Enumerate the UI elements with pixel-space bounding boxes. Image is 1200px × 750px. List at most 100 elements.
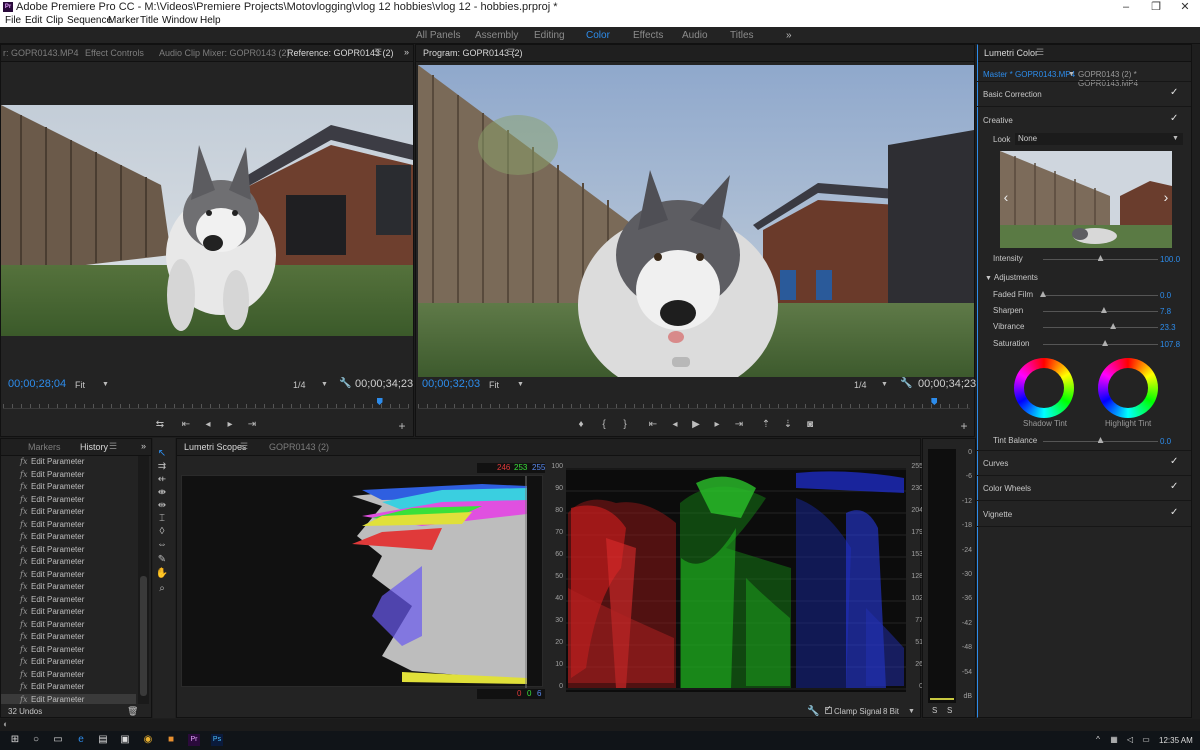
rate-stretch-tool-icon[interactable]: ⇹: [155, 500, 169, 511]
history-item[interactable]: fx Edit Parameter: [1, 644, 136, 657]
program-fit-dropdown[interactable]: Fit: [489, 380, 499, 390]
history-item[interactable]: fx Edit Parameter: [1, 494, 136, 507]
panel-overflow-icon[interactable]: »: [404, 47, 409, 57]
history-item[interactable]: fx Edit Parameter: [1, 594, 136, 607]
step-forward-icon[interactable]: ▸: [223, 419, 237, 430]
history-overflow-icon[interactable]: »: [141, 441, 146, 451]
history-item[interactable]: fx Edit Parameter: [1, 631, 136, 644]
program-playhead-timecode[interactable]: 00;00;32;03: [422, 378, 480, 390]
scopes-panel-menu-icon[interactable]: ☰: [240, 441, 248, 452]
lumetri-master-clip[interactable]: Master * GOPR0143.MP4: [983, 70, 1075, 79]
play-icon[interactable]: ▶: [689, 419, 703, 430]
tab-markers[interactable]: Markers: [28, 442, 61, 452]
reference-resolution-chevron-icon[interactable]: ▼: [321, 381, 328, 388]
tray-chevron-icon[interactable]: ^: [1092, 734, 1104, 746]
saturation-slider[interactable]: [1043, 344, 1158, 345]
cortana-icon[interactable]: ○: [30, 734, 42, 746]
task-view-icon[interactable]: ▭: [52, 734, 64, 746]
sharpen-value[interactable]: 7.8: [1160, 307, 1171, 316]
history-item[interactable]: fx Edit Parameter: [1, 506, 136, 519]
menu-help[interactable]: Help: [200, 15, 221, 26]
history-item[interactable]: fx Edit Parameter: [1, 456, 136, 469]
tab-sequence[interactable]: GOPR0143 (2): [269, 442, 329, 452]
tray-keyboard-icon[interactable]: ▭: [1140, 734, 1152, 746]
reference-timeline-ruler[interactable]: [3, 397, 409, 409]
export-frame-icon[interactable]: ◙: [803, 419, 817, 430]
workspace-audio[interactable]: Audio: [682, 30, 708, 41]
history-item[interactable]: fx Edit Parameter: [1, 681, 136, 694]
program-wrench-icon[interactable]: 🔧: [900, 378, 912, 389]
chrome-icon[interactable]: ◉: [142, 734, 154, 746]
menu-marker[interactable]: Marker: [108, 15, 139, 26]
faded-film-slider[interactable]: [1043, 295, 1158, 296]
workspace-assembly[interactable]: Assembly: [475, 30, 518, 41]
history-item[interactable]: fx Edit Parameter: [1, 581, 136, 594]
highlight-tint-wheel[interactable]: [1098, 358, 1158, 418]
basic-correction-header[interactable]: Basic Correction: [983, 90, 1042, 99]
color-wheels-header[interactable]: Color Wheels: [983, 484, 1031, 493]
step-back-icon[interactable]: ◂: [201, 419, 215, 430]
menu-edit[interactable]: Edit: [25, 15, 42, 26]
color-wheels-checkbox[interactable]: ✓: [1170, 481, 1178, 492]
add-marker-icon[interactable]: ♦: [574, 419, 588, 430]
file-explorer-icon[interactable]: ▤: [97, 734, 109, 746]
workspace-color[interactable]: Color: [586, 30, 610, 41]
tray-volume-icon[interactable]: ◁: [1124, 734, 1136, 746]
history-item[interactable]: fx Edit Parameter: [1, 669, 136, 682]
close-icon[interactable]: ✕: [1170, 0, 1200, 14]
tab-effect-controls[interactable]: Effect Controls: [85, 48, 144, 58]
history-item[interactable]: fx Edit Parameter: [1, 606, 136, 619]
panel-menu-icon[interactable]: ☰: [374, 47, 382, 58]
lumetri-sequence-clip[interactable]: GOPR0143 (2) * GOPR0143.MP4: [1078, 70, 1191, 88]
trash-icon[interactable]: 🗑: [127, 706, 138, 717]
taskbar-clock[interactable]: 12:35 AM: [1159, 736, 1193, 745]
curves-header[interactable]: Curves: [983, 459, 1008, 468]
tint-balance-value[interactable]: 0.0: [1160, 437, 1171, 446]
workspace-effects[interactable]: Effects: [633, 30, 663, 41]
mark-out-icon[interactable]: }: [618, 419, 632, 430]
store-icon[interactable]: ▣: [119, 734, 131, 746]
history-scrollbar[interactable]: [138, 456, 149, 704]
program-fit-chevron-icon[interactable]: ▼: [517, 381, 524, 388]
solo-left-button[interactable]: S: [932, 706, 937, 715]
sharpen-slider[interactable]: [1043, 311, 1158, 312]
workspace-titles[interactable]: Titles: [730, 30, 754, 41]
history-item[interactable]: fx Edit Parameter: [1, 481, 136, 494]
program-resolution-dropdown[interactable]: 1/4: [854, 380, 867, 390]
history-item[interactable]: fx Edit Parameter: [1, 531, 136, 544]
history-item[interactable]: fx Edit Parameter: [1, 619, 136, 632]
basic-correction-checkbox[interactable]: ✓: [1170, 87, 1178, 98]
slide-tool-icon[interactable]: ⇔: [155, 539, 169, 550]
tab-source[interactable]: r: GOPR0143.MP4: [3, 48, 79, 58]
mark-in-icon[interactable]: {: [597, 419, 611, 430]
ripple-edit-tool-icon[interactable]: ⇷: [155, 474, 169, 485]
slip-tool-icon[interactable]: ◊: [155, 526, 169, 537]
premiere-taskbar-icon[interactable]: Pr: [188, 734, 200, 746]
tab-history[interactable]: History: [80, 442, 108, 452]
go-to-in-icon[interactable]: ⇤: [179, 419, 193, 430]
shadow-tint-wheel[interactable]: [1014, 358, 1074, 418]
program-go-to-out-icon[interactable]: ⇥: [732, 419, 746, 430]
reference-add-button-icon[interactable]: +: [395, 419, 409, 433]
history-panel-menu-icon[interactable]: ☰: [109, 441, 117, 452]
program-panel-menu-icon[interactable]: ☰: [507, 47, 515, 58]
windows-start-icon[interactable]: ⊞: [9, 734, 21, 746]
photoshop-taskbar-icon[interactable]: Ps: [211, 734, 223, 746]
tray-network-icon[interactable]: ▦: [1108, 734, 1120, 746]
app-icon[interactable]: ■: [165, 734, 177, 746]
program-timeline-ruler[interactable]: [418, 397, 970, 409]
vibrance-slider[interactable]: [1043, 327, 1158, 328]
lumetri-panel-menu-icon[interactable]: ☰: [1036, 47, 1044, 58]
history-item[interactable]: fx Edit Parameter: [1, 693, 136, 704]
lift-icon[interactable]: ⇡: [759, 419, 773, 430]
rolling-edit-tool-icon[interactable]: ⇼: [155, 487, 169, 498]
look-next-icon[interactable]: ›: [1160, 189, 1172, 209]
lumetri-clip-chevron-icon[interactable]: ▼: [1068, 71, 1075, 78]
go-to-out-icon[interactable]: ⇥: [245, 419, 259, 430]
history-item[interactable]: fx Edit Parameter: [1, 569, 136, 582]
program-step-back-icon[interactable]: ◂: [668, 419, 682, 430]
tab-lumetri-scopes[interactable]: Lumetri Scopes: [184, 442, 247, 452]
reference-fit-dropdown[interactable]: Fit: [75, 380, 85, 390]
program-step-forward-icon[interactable]: ▸: [710, 419, 724, 430]
vibrance-value[interactable]: 23.3: [1160, 323, 1176, 332]
